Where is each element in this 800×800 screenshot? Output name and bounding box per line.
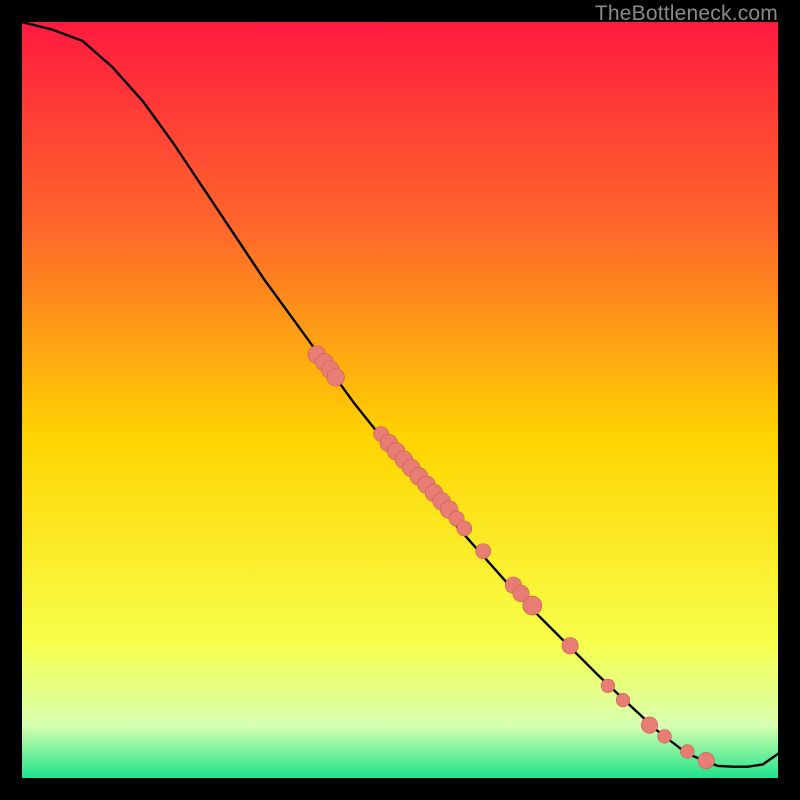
data-marker <box>457 521 472 536</box>
data-marker <box>641 717 657 733</box>
data-marker <box>476 544 491 559</box>
data-marker <box>523 596 542 615</box>
data-marker <box>562 638 578 654</box>
attribution-watermark: TheBottleneck.com <box>595 2 778 26</box>
chart-canvas <box>22 22 778 778</box>
plot-area <box>22 22 778 778</box>
data-marker <box>681 745 695 759</box>
data-marker <box>616 693 630 707</box>
gradient-background <box>22 22 778 778</box>
data-marker <box>327 369 345 387</box>
chart-frame: TheBottleneck.com <box>0 0 800 800</box>
data-marker <box>658 730 672 744</box>
data-marker <box>601 679 615 693</box>
data-marker <box>698 752 714 768</box>
